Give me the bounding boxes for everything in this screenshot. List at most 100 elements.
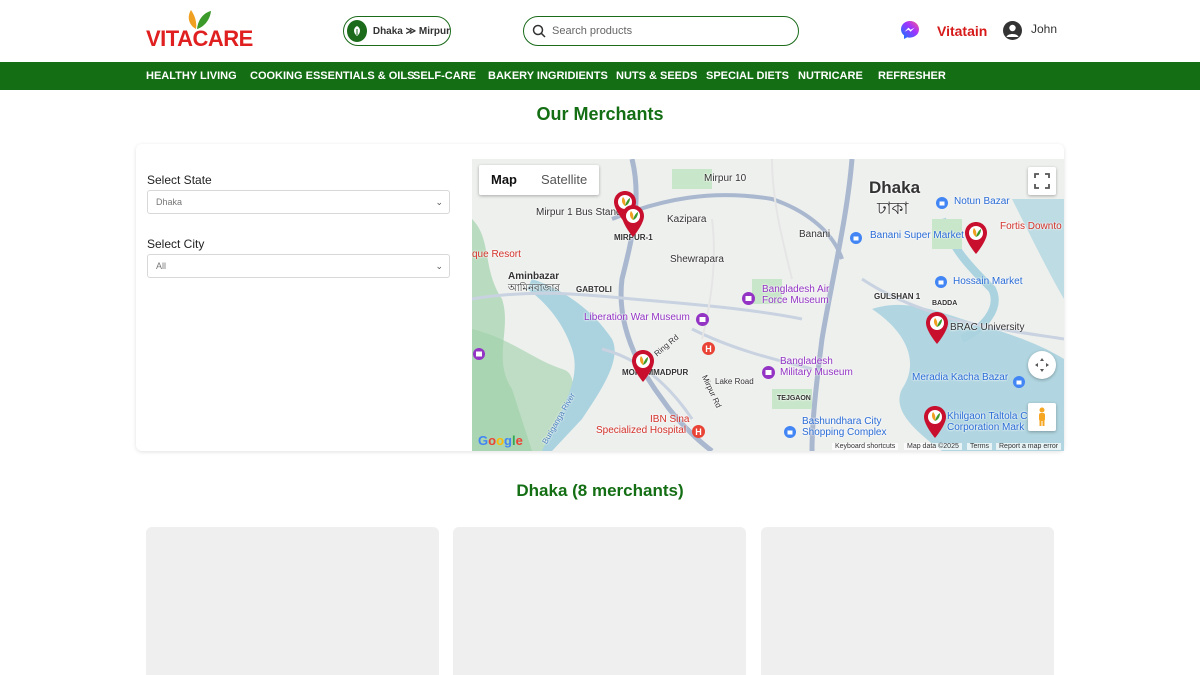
map-label-bashundhara-1: Bashundhara City xyxy=(802,416,882,427)
city-select[interactable]: All ⌄ xyxy=(147,254,450,278)
merchant-card-placeholder xyxy=(761,527,1054,675)
map-label-kazipara: Kazipara xyxy=(667,214,707,225)
map-label-mil-museum-2: Military Museum xyxy=(780,367,853,378)
leaf-badge-icon xyxy=(347,20,367,42)
map-label-baf-museum-1: Bangladesh Air xyxy=(762,284,830,295)
map-label-shewrapara: Shewrapara xyxy=(670,254,724,265)
location-selector[interactable]: Dhaka ≫ Mirpur xyxy=(343,16,451,46)
page-title: Our Merchants xyxy=(536,104,664,124)
map-label-badda: BADDA xyxy=(932,300,958,307)
map-label-fortis: Fortis Downto xyxy=(1000,221,1062,232)
merchant-marker[interactable] xyxy=(631,349,655,383)
svg-text:H: H xyxy=(705,344,712,354)
map-label-ibn-sina-1: IBN Sina xyxy=(650,414,690,425)
map-label-gulshan1: GULSHAN 1 xyxy=(874,292,921,301)
map-label-bashundhara-2: Shopping Complex xyxy=(802,427,887,438)
nav-bakery-ingredients[interactable]: BAKERY INGRIDIENTS xyxy=(488,62,608,90)
shop-poi-icon xyxy=(935,276,947,288)
camera-control-icon xyxy=(1035,358,1049,372)
map-label-notun-bazar: Notun Bazar xyxy=(954,196,1010,207)
google-logo: Google xyxy=(478,433,523,448)
map-label-ibn-sina-2: Specialized Hospital xyxy=(596,425,687,436)
map-label-hossain: Hossain Market xyxy=(953,276,1023,287)
museum-poi-icon xyxy=(696,313,709,326)
logo-wordmark: VITACARE xyxy=(146,26,253,51)
map-label-khilgaon-1: Khilgaon Taltola C xyxy=(947,411,1028,422)
merchant-marker[interactable] xyxy=(925,311,949,345)
vitatain-link[interactable]: Vitatain xyxy=(937,23,987,39)
state-select[interactable]: Dhaka ⌄ xyxy=(147,190,450,214)
nav-healthy-living[interactable]: HEALTHY LIVING xyxy=(146,62,237,90)
nav-refresher[interactable]: REFRESHER xyxy=(878,62,946,90)
museum-poi-icon xyxy=(762,366,775,379)
city-label: Select City xyxy=(147,237,205,251)
state-label: Select State xyxy=(147,173,212,187)
map-label-gabtoli: GABTOLI xyxy=(576,285,612,294)
state-value: Dhaka xyxy=(156,197,183,207)
vitacare-logo[interactable]: VITACARE xyxy=(146,8,258,51)
user-name: John xyxy=(1031,21,1058,36)
merchant-marker[interactable] xyxy=(923,405,947,439)
merchants-heading: Dhaka (8 merchants) xyxy=(516,481,684,500)
map-label-meradia: Meradia Kacha Bazar xyxy=(912,372,1009,383)
nav-cooking-essentials[interactable]: COOKING ESSENTIALS & OILS xyxy=(250,62,414,90)
messenger-icon[interactable] xyxy=(900,20,920,40)
hospital-poi-icon: H xyxy=(702,342,715,355)
fullscreen-button[interactable] xyxy=(1028,167,1056,195)
merchant-card-placeholder xyxy=(453,527,746,675)
svg-text:H: H xyxy=(695,427,702,437)
chevron-down-icon: ⌄ xyxy=(435,261,443,271)
terms-link[interactable]: Terms xyxy=(967,443,993,450)
search-input[interactable] xyxy=(552,25,782,37)
shop-poi-icon xyxy=(936,197,948,209)
search-bar[interactable] xyxy=(523,16,799,46)
site-header: VITACARE Dhaka ≫ Mirpur Vitatain John xyxy=(0,0,1200,62)
map-label-brac: BRAC University xyxy=(950,322,1025,333)
map-label-dhaka: Dhaka xyxy=(869,178,921,197)
user-menu[interactable]: John xyxy=(1003,21,1057,40)
avatar xyxy=(1003,21,1022,40)
nav-nutricare[interactable]: NUTRICARE xyxy=(798,62,863,90)
category-nav: HEALTHY LIVING COOKING ESSENTIALS & OILS… xyxy=(0,62,1200,90)
keyboard-shortcuts-link[interactable]: Keyboard shortcuts xyxy=(832,443,899,450)
map-label-dhaka-bn: ঢাকা xyxy=(877,199,909,218)
map-label-liberation: Liberation War Museum xyxy=(584,312,690,323)
map-label-mil-museum-1: Bangladesh xyxy=(780,356,833,367)
map-data-text: Map data ©2025 xyxy=(904,443,962,450)
fullscreen-icon xyxy=(1034,173,1050,189)
map-label-banani-super: Banani Super Market xyxy=(870,230,964,241)
street-view-button[interactable] xyxy=(1028,403,1056,431)
chevron-down-icon: ⌄ xyxy=(435,197,443,207)
tab-satellite[interactable]: Satellite xyxy=(529,165,599,195)
map-label-khilgaon-2: Corporation Mark xyxy=(947,422,1025,433)
museum-poi-icon xyxy=(473,348,485,360)
shop-poi-icon xyxy=(784,426,796,438)
search-icon xyxy=(532,24,546,38)
shop-poi-icon xyxy=(850,232,862,244)
tab-map[interactable]: Map xyxy=(479,165,529,195)
nav-nuts-seeds[interactable]: NUTS & SEEDS xyxy=(616,62,697,90)
merchant-marker[interactable] xyxy=(964,221,988,255)
map-label-resort: que Resort xyxy=(472,249,521,260)
merchant-marker[interactable] xyxy=(621,204,645,238)
city-value: All xyxy=(156,261,167,271)
hospital-poi-icon: H xyxy=(692,425,705,438)
shop-poi-icon xyxy=(1013,376,1025,388)
map-label-tejgaon: TEJGAON xyxy=(777,395,811,402)
map-label-mirpur10: Mirpur 10 xyxy=(704,173,747,184)
map-label-lake-road: Lake Road xyxy=(715,377,754,386)
pegman-icon xyxy=(1039,407,1045,426)
map-label-banani: Banani xyxy=(799,229,831,240)
map-label-baf-museum-2: Force Museum xyxy=(762,295,829,306)
camera-control-button[interactable] xyxy=(1028,351,1056,379)
map-label-mirpur1-bus: Mirpur 1 Bus Stand xyxy=(536,207,622,218)
map-label-aminbazar-bn: আমিনবাজার xyxy=(508,283,560,294)
museum-poi-icon xyxy=(742,292,755,305)
merchant-card-placeholder xyxy=(146,527,439,675)
report-error-link[interactable]: Report a map error xyxy=(996,443,1062,450)
merchant-map[interactable]: Map Satellite Dhaka ঢাকা Mirpur 10 Mirpu… xyxy=(472,159,1064,451)
nav-self-care[interactable]: SELF-CARE xyxy=(413,62,476,90)
map-type-tabs: Map Satellite xyxy=(479,165,600,195)
nav-special-diets[interactable]: SPECIAL DIETS xyxy=(706,62,789,90)
location-text: Dhaka ≫ Mirpur xyxy=(372,25,450,37)
